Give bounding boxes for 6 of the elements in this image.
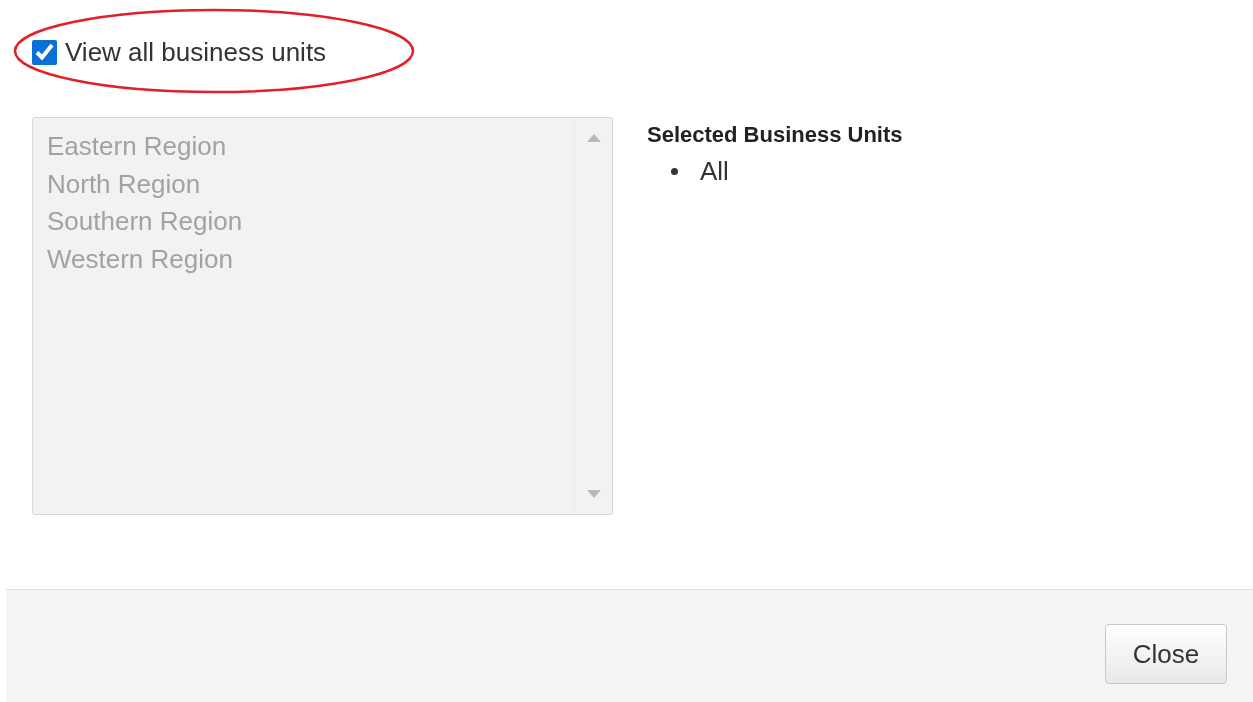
selected-item: All [700,156,729,187]
checkbox-label: View all business units [65,37,327,68]
close-button[interactable]: Close [1105,624,1227,684]
bullet-icon [671,168,678,175]
view-all-checkbox[interactable] [32,40,57,65]
selected-heading: Selected Business Units [647,122,903,148]
